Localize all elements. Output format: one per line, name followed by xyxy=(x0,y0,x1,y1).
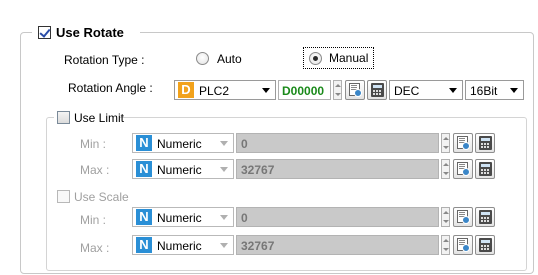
scale-min-tag-button[interactable] xyxy=(453,207,473,227)
use-limit-checkbox[interactable] xyxy=(57,111,70,124)
scale-min-type-value: Numeric xyxy=(157,211,202,225)
limit-min-label: Min : xyxy=(80,137,107,151)
scale-min-spinner[interactable] xyxy=(441,207,450,227)
limit-max-value: 32767 xyxy=(241,163,275,177)
format-select[interactable]: DEC xyxy=(389,80,463,100)
use-rotate-checkbox[interactable] xyxy=(38,26,51,39)
calculator-icon xyxy=(479,238,492,252)
address-input-value: D00000 xyxy=(282,84,325,98)
rotation-type-auto-label: Auto xyxy=(217,52,242,66)
rotation-angle-label: Rotation Angle : xyxy=(68,81,153,95)
use-limit-label: Use Limit xyxy=(74,111,125,125)
calculator-icon xyxy=(479,210,492,224)
calculator-icon xyxy=(371,83,384,97)
rotate-settings-panel: Use Rotate Rotation Type : Auto Manual R… xyxy=(0,0,538,275)
limit-min-calculator-button[interactable] xyxy=(475,133,495,153)
chevron-down-icon xyxy=(449,88,457,93)
chevron-down-icon xyxy=(220,243,228,248)
scale-min-value: 0 xyxy=(241,211,248,225)
limit-min-tag-button[interactable] xyxy=(453,133,473,153)
chevron-down-icon xyxy=(262,88,270,93)
rotation-type-manual-radio[interactable] xyxy=(309,52,322,65)
limit-max-type-value: Numeric xyxy=(157,163,202,177)
chevron-down-icon xyxy=(510,88,518,93)
use-scale-label: Use Scale xyxy=(74,190,129,204)
scale-max-input[interactable]: 32767 xyxy=(236,235,439,255)
rotation-type-manual-label: Manual xyxy=(329,51,369,65)
scale-max-spinner[interactable] xyxy=(441,235,450,255)
chevron-down-icon xyxy=(220,141,228,146)
tag-browse-icon xyxy=(457,162,470,176)
chevron-down-icon xyxy=(220,215,228,220)
limit-max-spinner[interactable] xyxy=(441,159,450,179)
bit-size-select[interactable]: 16Bit xyxy=(465,80,524,100)
device-d-icon: D xyxy=(178,82,194,98)
limit-max-tag-button[interactable] xyxy=(453,159,473,179)
limit-max-label: Max : xyxy=(80,163,110,177)
numeric-n-icon: N xyxy=(136,237,152,253)
scale-max-type-value: Numeric xyxy=(157,239,202,253)
tag-browse-icon xyxy=(457,136,470,150)
rotation-type-auto-radio[interactable] xyxy=(196,52,209,65)
numeric-n-icon: N xyxy=(136,135,152,151)
scale-max-label: Max : xyxy=(80,241,110,255)
limit-max-calculator-button[interactable] xyxy=(475,159,495,179)
calculator-icon xyxy=(479,162,492,176)
limit-min-value: 0 xyxy=(241,137,248,151)
numeric-n-icon: N xyxy=(136,209,152,225)
bit-size-select-value: 16Bit xyxy=(470,84,498,98)
use-rotate-label: Use Rotate xyxy=(56,25,124,40)
limit-min-type-select[interactable]: N Numeric xyxy=(132,133,234,153)
device-select[interactable]: D PLC2 xyxy=(174,80,276,100)
scale-max-calculator-button[interactable] xyxy=(475,235,495,255)
limit-min-input[interactable]: 0 xyxy=(236,133,439,153)
rotation-type-label: Rotation Type : xyxy=(64,53,145,67)
format-select-value: DEC xyxy=(394,84,420,98)
tag-browse-icon xyxy=(457,210,470,224)
scale-max-tag-button[interactable] xyxy=(453,235,473,255)
calculator-button[interactable] xyxy=(367,80,387,100)
scale-min-type-select[interactable]: N Numeric xyxy=(132,207,234,227)
chevron-down-icon xyxy=(220,167,228,172)
address-spinner[interactable] xyxy=(333,80,342,100)
limit-min-spinner[interactable] xyxy=(441,133,450,153)
calculator-icon xyxy=(479,136,492,150)
tag-browse-button[interactable] xyxy=(345,80,365,100)
use-scale-checkbox[interactable] xyxy=(57,190,70,203)
address-input[interactable]: D00000 xyxy=(278,80,331,100)
scale-min-label: Min : xyxy=(80,213,107,227)
scale-max-value: 32767 xyxy=(241,239,275,253)
limit-min-type-value: Numeric xyxy=(157,137,202,151)
numeric-n-icon: N xyxy=(136,161,152,177)
limit-max-input[interactable]: 32767 xyxy=(236,159,439,179)
tag-browse-icon xyxy=(349,83,362,97)
limit-max-type-select[interactable]: N Numeric xyxy=(132,159,234,179)
scale-max-type-select[interactable]: N Numeric xyxy=(132,235,234,255)
device-select-value: PLC2 xyxy=(199,84,230,98)
scale-min-input[interactable]: 0 xyxy=(236,207,439,227)
tag-browse-icon xyxy=(457,238,470,252)
scale-min-calculator-button[interactable] xyxy=(475,207,495,227)
